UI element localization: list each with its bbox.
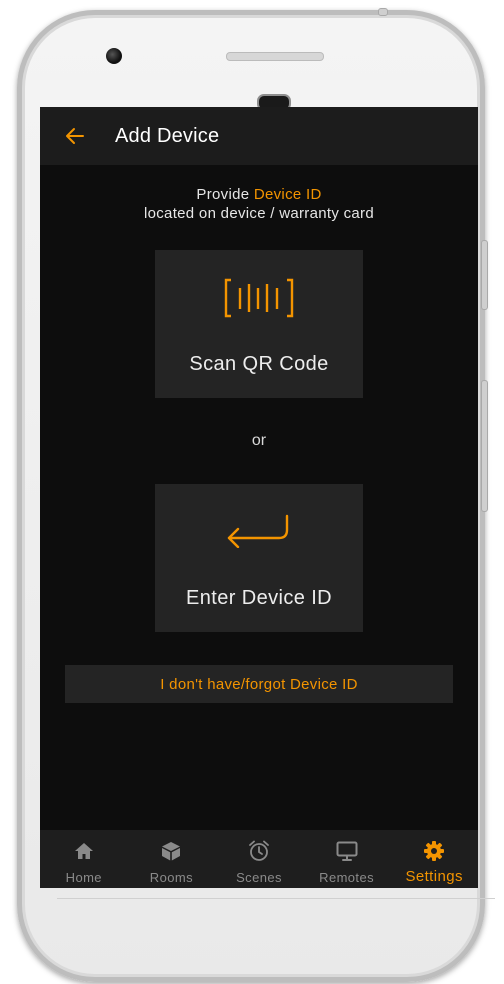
tab-remotes[interactable]: Remotes [303,830,391,888]
barcode-scan-icon [155,276,363,320]
power-button [481,380,488,512]
tab-rooms[interactable]: Rooms [128,830,216,888]
scan-qr-button[interactable]: Scan QR Code [155,250,363,398]
tab-scenes-label: Scenes [236,870,282,885]
top-button [378,8,388,16]
bottom-tab-bar: Home Rooms Scenes Remotes Settings [40,830,478,888]
prompt-prefix: Provide [196,186,254,203]
instruction-text: Provide Device ID located on device / wa… [40,185,478,223]
tab-settings[interactable]: Settings [390,830,478,888]
front-camera [106,48,122,64]
tab-remotes-label: Remotes [319,870,374,885]
cube-icon [161,840,181,862]
forgot-device-id-button[interactable]: I don't have/forgot Device ID [65,665,453,703]
speaker-grille [226,52,324,61]
prompt-highlight: Device ID [253,186,322,203]
enter-return-icon [155,514,363,548]
volume-button [481,240,488,310]
tab-scenes[interactable]: Scenes [215,830,303,888]
prompt-line2: located on device / warranty card [143,205,374,222]
app-bar: Add Device [40,107,478,165]
bezel-divider [57,898,495,899]
enter-device-id-label: Enter Device ID [185,587,333,609]
home-icon [74,840,94,862]
enter-device-id-button[interactable]: Enter Device ID [155,484,363,632]
or-separator: or [251,432,267,449]
tab-home[interactable]: Home [40,830,128,888]
back-arrow-icon[interactable] [64,125,86,147]
app-screen: Add Device Provide Device ID located on … [40,107,478,888]
page-title: Add Device [115,124,220,147]
alarm-clock-icon [248,840,270,862]
monitor-icon [336,840,358,862]
gear-icon [423,840,445,862]
tab-settings-label: Settings [405,868,463,885]
tab-rooms-label: Rooms [149,870,193,885]
tab-home-label: Home [65,870,102,885]
scan-qr-label: Scan QR Code [189,353,329,375]
